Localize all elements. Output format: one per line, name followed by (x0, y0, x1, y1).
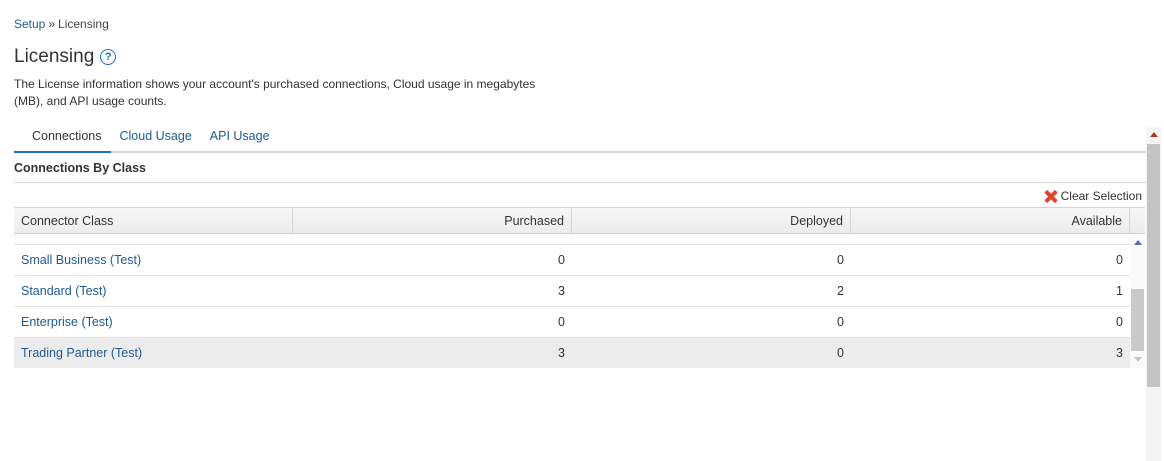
clear-selection-label: Clear Selection (1060, 189, 1142, 203)
tab-cloud-usage[interactable]: Cloud Usage (111, 126, 201, 153)
connector-class-link[interactable]: Standard (Test) (14, 276, 293, 306)
column-header-available[interactable]: Available (851, 208, 1130, 233)
scroll-up-arrow-icon[interactable] (1134, 240, 1142, 245)
connector-class-link[interactable]: Enterprise (Test) (14, 307, 293, 337)
tab-bar: Connections Cloud Usage API Usage (14, 126, 1146, 153)
deployed-cell: 0 (837, 346, 844, 360)
section-title: Connections By Class (14, 161, 1146, 183)
breadcrumb-current: Licensing (58, 17, 109, 31)
deployed-cell: 2 (837, 284, 844, 298)
page-title: Licensing ? (14, 46, 117, 68)
grid-header: Connector Class Purchased Deployed Avail… (14, 207, 1145, 234)
available-cell: 1 (1116, 284, 1123, 298)
table-row[interactable]: Small Business (Test) 0 0 0 (14, 245, 1145, 276)
purchased-cell: 3 (558, 346, 565, 360)
table-row[interactable]: Enterprise (Test) 0 0 0 (14, 307, 1145, 338)
connector-class-link[interactable]: Trading Partner (Test) (14, 338, 293, 368)
column-header-deployed[interactable]: Deployed (572, 208, 851, 233)
header-filler (1130, 208, 1145, 233)
help-icon[interactable]: ? (100, 49, 117, 65)
scroll-down-arrow-icon[interactable] (1134, 357, 1142, 362)
tab-api-usage[interactable]: API Usage (201, 126, 279, 153)
available-cell: 0 (1116, 315, 1123, 329)
connections-grid: Connector Class Purchased Deployed Avail… (14, 207, 1145, 368)
page-title-text: Licensing (14, 46, 95, 67)
table-row[interactable]: Standard (Test) 3 2 1 (14, 276, 1145, 307)
close-x-icon (1044, 190, 1057, 203)
deployed-cell: 0 (837, 315, 844, 329)
tab-connections[interactable]: Connections (14, 126, 111, 153)
connector-class-link[interactable]: Small Business (Test) (14, 245, 293, 275)
available-cell: 0 (1116, 253, 1123, 267)
purchased-cell: 0 (558, 315, 565, 329)
column-header-purchased[interactable]: Purchased (293, 208, 572, 233)
page-scroll-thumb[interactable] (1147, 144, 1160, 387)
clear-selection-button[interactable]: Clear Selection (1044, 189, 1142, 203)
purchased-cell: 0 (558, 253, 565, 267)
deployed-cell: 0 (837, 253, 844, 267)
page-scrollbar[interactable] (1146, 127, 1161, 461)
purchased-cell: 3 (558, 284, 565, 298)
page-description: The License information shows your accou… (14, 77, 536, 108)
table-row-partial (14, 234, 1145, 245)
grid-scroll-thumb[interactable] (1131, 289, 1144, 351)
table-row-selected[interactable]: Trading Partner (Test) 3 0 3 (14, 338, 1145, 368)
available-cell: 3 (1116, 346, 1123, 360)
breadcrumb: Setup» Licensing (14, 17, 109, 31)
breadcrumb-setup-link[interactable]: Setup (14, 17, 45, 31)
breadcrumb-separator: » (48, 17, 56, 31)
column-header-connector-class[interactable]: Connector Class (14, 208, 293, 233)
page-scroll-up-arrow-icon[interactable] (1150, 132, 1158, 137)
grid-scrollbar[interactable] (1130, 234, 1145, 368)
grid-body: Small Business (Test) 0 0 0 Standard (Te… (14, 234, 1145, 368)
